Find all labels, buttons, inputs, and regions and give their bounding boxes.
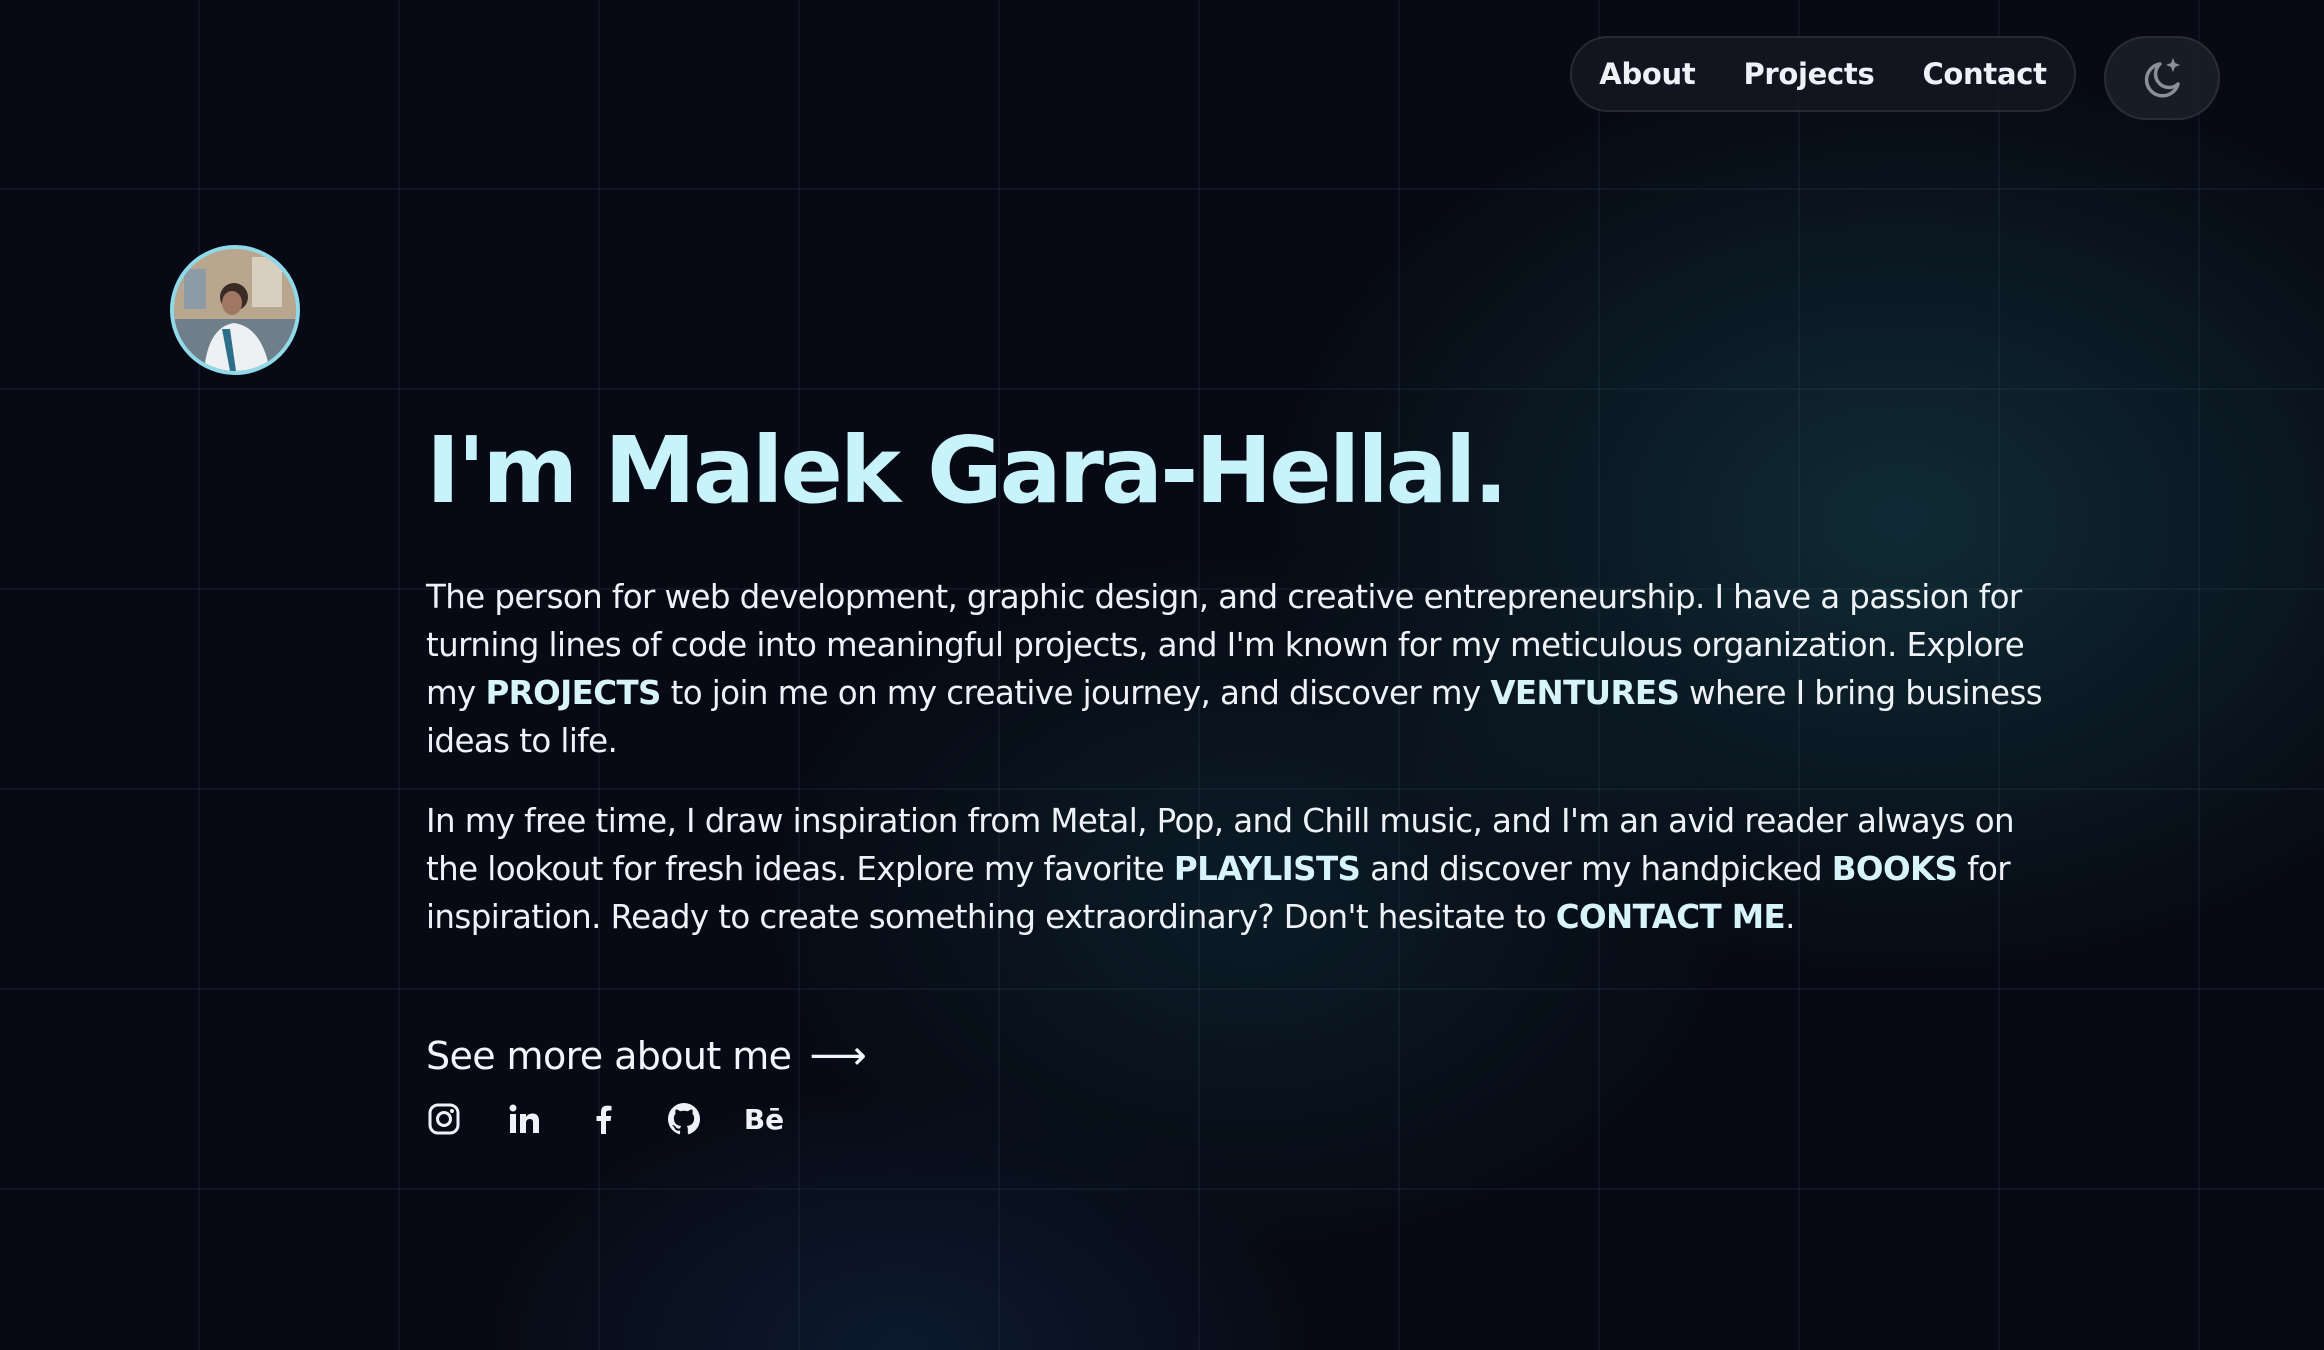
nav-projects-link[interactable]: Projects bbox=[1743, 57, 1874, 91]
moon-star-icon bbox=[2144, 58, 2180, 98]
hero-section: I'm Malek Gara-Hellal. The person for we… bbox=[426, 420, 2066, 1137]
top-nav: About Projects Contact bbox=[1570, 36, 2076, 112]
projects-link[interactable]: PROJECTS bbox=[485, 674, 661, 712]
contact-me-link[interactable]: CONTACT ME bbox=[1556, 898, 1786, 936]
intro-text: to join me on my creative journey, and d… bbox=[660, 674, 1491, 713]
see-more-label: See more about me bbox=[426, 1034, 792, 1079]
theme-toggle-button[interactable] bbox=[2104, 36, 2220, 120]
page: About Projects Contact I'm Malek Gara-He… bbox=[0, 0, 2324, 1350]
nav-contact-link[interactable]: Contact bbox=[1922, 57, 2047, 91]
intro-paragraph: The person for web development, graphic … bbox=[426, 573, 2066, 765]
social-links: Bē bbox=[426, 1101, 2066, 1137]
instagram-icon[interactable] bbox=[426, 1101, 462, 1137]
ventures-link[interactable]: VENTURES bbox=[1490, 674, 1680, 712]
avatar-photo bbox=[174, 249, 296, 371]
hobbies-paragraph: In my free time, I draw inspiration from… bbox=[426, 797, 2066, 941]
playlists-link[interactable]: PLAYLISTS bbox=[1174, 850, 1361, 888]
books-link[interactable]: BOOKS bbox=[1832, 850, 1958, 888]
avatar bbox=[170, 245, 300, 375]
arrow-right-icon: ⟶ bbox=[809, 1033, 867, 1080]
linkedin-icon[interactable] bbox=[506, 1101, 542, 1137]
see-more-about-me-link[interactable]: See more about me ⟶ bbox=[426, 1033, 867, 1080]
facebook-icon[interactable] bbox=[586, 1101, 622, 1137]
nav-about-link[interactable]: About bbox=[1599, 57, 1695, 91]
page-title: I'm Malek Gara-Hellal. bbox=[426, 417, 1508, 524]
hobbies-text: and discover my handpicked bbox=[1360, 850, 1832, 889]
hobbies-text: . bbox=[1785, 898, 1795, 937]
behance-icon[interactable]: Bē bbox=[744, 1101, 784, 1137]
github-icon[interactable] bbox=[666, 1101, 702, 1137]
